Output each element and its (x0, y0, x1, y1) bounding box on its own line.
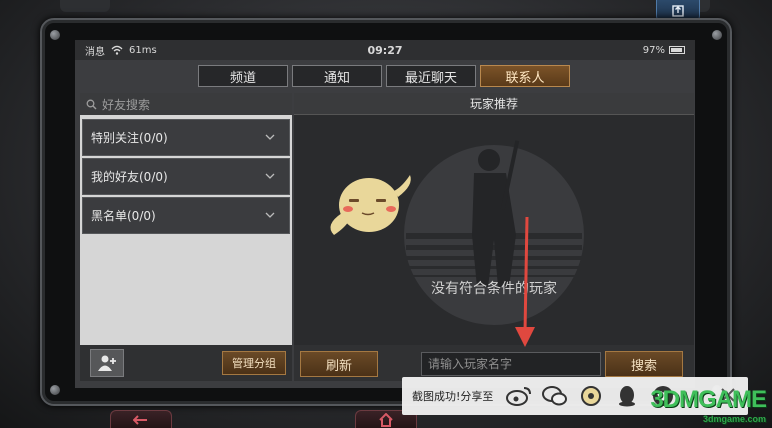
frame-decoration (60, 0, 110, 12)
qq-icon[interactable] (613, 382, 641, 410)
back-button[interactable] (110, 410, 172, 428)
recommend-empty-state: 没有符合条件的玩家 (294, 115, 694, 345)
refresh-button[interactable]: 刷新 (300, 351, 378, 377)
friend-search-placeholder: 好友搜索 (102, 97, 151, 112)
back-arrow-icon (133, 414, 147, 425)
home-icon (379, 412, 393, 427)
recommend-panel: 玩家推荐 没有符合条件的玩家 刷新 请输入玩家名字 搜索 (294, 93, 694, 381)
group-special-follow[interactable]: 特别关注(0/0) (82, 119, 290, 156)
tab-contacts[interactable]: 联系人 (480, 65, 570, 87)
group-label: 我的好友(0/0) (91, 170, 168, 184)
group-blacklist[interactable]: 黑名单(0/0) (82, 197, 290, 234)
status-bar: 消息 61ms 09:27 97% (75, 40, 695, 60)
friend-search[interactable]: 好友搜索 (80, 93, 292, 115)
carrier-label: 消息 (85, 46, 105, 58)
chevron-down-icon (265, 134, 275, 140)
search-icon (86, 99, 97, 109)
chevron-down-icon (265, 212, 275, 218)
tab-recent-chats[interactable]: 最近聊天 (386, 65, 476, 87)
add-friend-button[interactable] (90, 349, 124, 377)
bolt (50, 385, 60, 395)
search-button[interactable]: 搜索 (605, 351, 683, 377)
empty-message: 没有符合条件的玩家 (431, 281, 557, 297)
group-label: 特别关注(0/0) (91, 131, 168, 145)
weibo-icon[interactable] (505, 382, 533, 410)
empty-state-illustration (330, 140, 584, 325)
annotation-arrow-icon (515, 216, 535, 347)
group-list: 特别关注(0/0) 我的好友(0/0) 黑名单(0/0) (80, 115, 292, 234)
manage-groups-button[interactable]: 管理分组 (222, 351, 286, 375)
contacts-panel: 好友搜索 特别关注(0/0) 我的好友(0/0) 黑名单(0/0) 管理分组 (80, 93, 292, 381)
group-my-friends[interactable]: 我的好友(0/0) (82, 158, 290, 195)
wechat-icon[interactable] (541, 382, 569, 410)
watermark-logo: 3DMGAME 3dmgame.com (650, 386, 767, 424)
contacts-toolbar: 管理分组 (80, 345, 292, 381)
recommend-title: 玩家推荐 (294, 93, 694, 115)
bolt (712, 30, 722, 40)
wifi-icon (111, 45, 123, 55)
group-label: 黑名单(0/0) (91, 209, 156, 223)
tab-bar: 频道 通知 最近聊天 联系人 (198, 65, 574, 87)
add-user-icon (98, 355, 116, 371)
bolt (50, 30, 60, 40)
friends-circle-icon[interactable] (577, 382, 605, 410)
chevron-down-icon (265, 173, 275, 179)
upload-icon (672, 4, 684, 17)
battery-percent: 97% (642, 44, 665, 56)
watermark-subtext: 3dmgame.com (702, 414, 766, 424)
battery-icon (669, 46, 685, 54)
share-label: 截图成功!分享至 (412, 390, 494, 403)
clock: 09:27 (367, 43, 403, 57)
player-name-input[interactable] (421, 352, 601, 376)
tab-channel[interactable]: 频道 (198, 65, 288, 87)
watermark-text: 3DMGAME (650, 386, 767, 413)
recommend-toolbar: 刷新 搜索 (294, 345, 694, 381)
ping-label: 61ms (129, 44, 157, 56)
phone-screen: 消息 61ms 09:27 97% 频道 通知 最近聊天 联系人 好友搜索 特别… (75, 40, 695, 388)
tab-notifications[interactable]: 通知 (292, 65, 382, 87)
